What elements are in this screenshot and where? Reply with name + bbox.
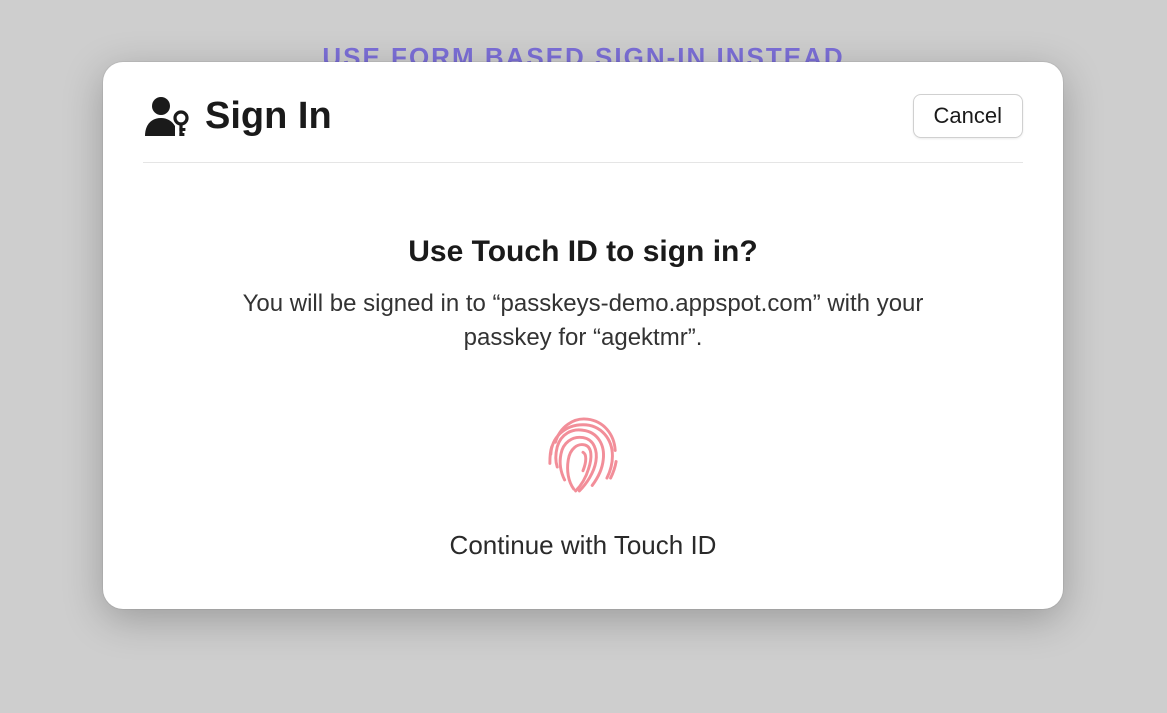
sheet-title: Sign In [205, 95, 332, 138]
continue-touch-id-label: Continue with Touch ID [143, 530, 1023, 561]
prompt-description: You will be signed in to “passkeys-demo.… [203, 287, 963, 354]
sheet-header: Sign In Cancel [143, 94, 1023, 163]
prompt-title: Use Touch ID to sign in? [143, 235, 1023, 269]
passkey-user-icon [143, 96, 191, 136]
fingerprint-container[interactable] [143, 410, 1023, 502]
sign-in-sheet: Sign In Cancel Use Touch ID to sign in? … [103, 62, 1063, 609]
cancel-button[interactable]: Cancel [913, 94, 1023, 138]
sheet-title-group: Sign In [143, 95, 332, 138]
fingerprint-icon [537, 410, 629, 502]
sheet-body: Use Touch ID to sign in? You will be sig… [143, 163, 1023, 561]
